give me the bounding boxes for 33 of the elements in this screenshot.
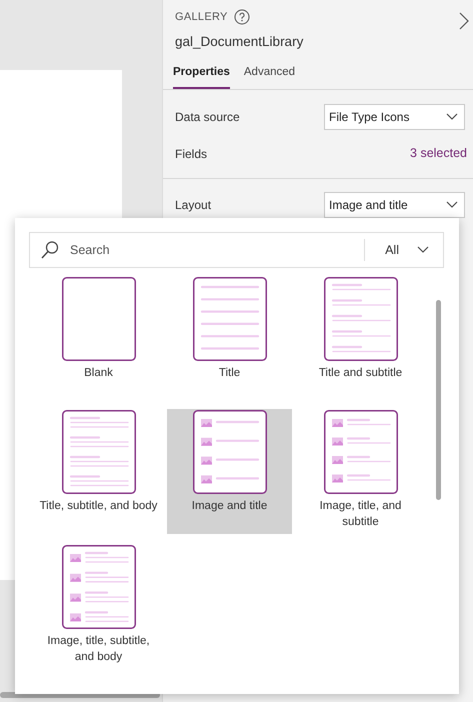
layout-option[interactable]: Image, title, and subtitle [298, 409, 423, 536]
chevron-down-icon [417, 246, 429, 254]
fields-link[interactable]: 3 selected [410, 144, 467, 163]
chevron-down-icon [446, 112, 458, 120]
property-label: Layout [175, 196, 212, 214]
layout-preview-icon [192, 277, 266, 361]
layout-preview-icon [62, 545, 136, 629]
layout-preview-icon [324, 277, 398, 361]
layout-option[interactable]: Image and title [167, 409, 292, 534]
search-field[interactable]: Search All [29, 232, 444, 268]
layout-preview-icon [324, 410, 398, 494]
tab[interactable]: Advanced [244, 64, 296, 89]
property-label: Data source [175, 108, 240, 126]
layout-option[interactable]: Title, subtitle, and body [36, 409, 161, 534]
layout-option[interactable]: Title and subtitle [298, 276, 423, 401]
search-icon [40, 240, 60, 260]
control-type-label: GALLERY [175, 10, 228, 25]
layout-option[interactable]: Blank [36, 276, 161, 401]
layout-option[interactable]: Title [167, 276, 292, 401]
layout-preview-icon [62, 277, 136, 361]
property-label: Fields [175, 146, 208, 162]
chevron-down-icon [446, 200, 458, 208]
dropdown[interactable]: Image and title [324, 192, 465, 218]
dropdown[interactable]: File Type Icons [324, 104, 465, 130]
layout-option[interactable]: Image, title, subtitle, and body [36, 544, 161, 671]
tab[interactable]: Properties [173, 64, 230, 89]
help-icon[interactable] [234, 9, 250, 26]
control-name: gal_DocumentLibrary [175, 32, 304, 51]
layout-preview-icon [62, 410, 136, 494]
layout-preview-icon [192, 410, 266, 494]
scrollbar[interactable] [436, 300, 441, 500]
chevron-right-icon[interactable] [459, 12, 469, 30]
filter-dropdown[interactable]: All [373, 240, 433, 260]
